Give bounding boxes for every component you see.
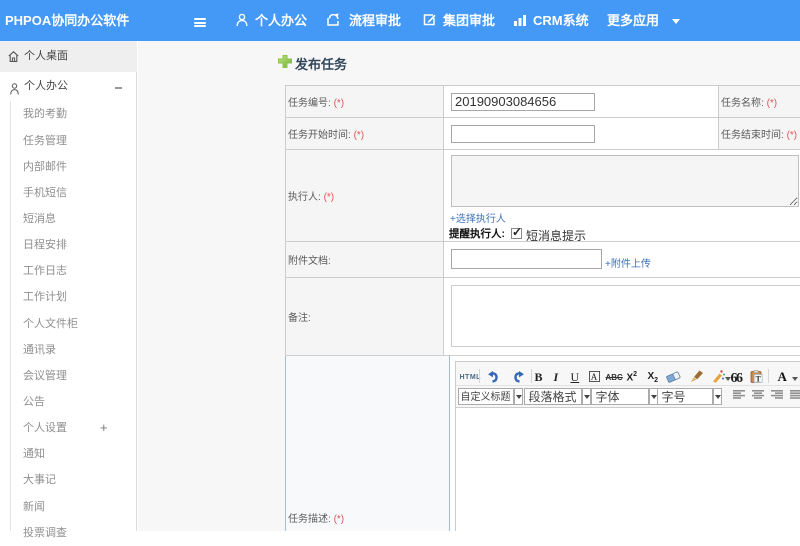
svg-text:T: T [755,375,761,384]
